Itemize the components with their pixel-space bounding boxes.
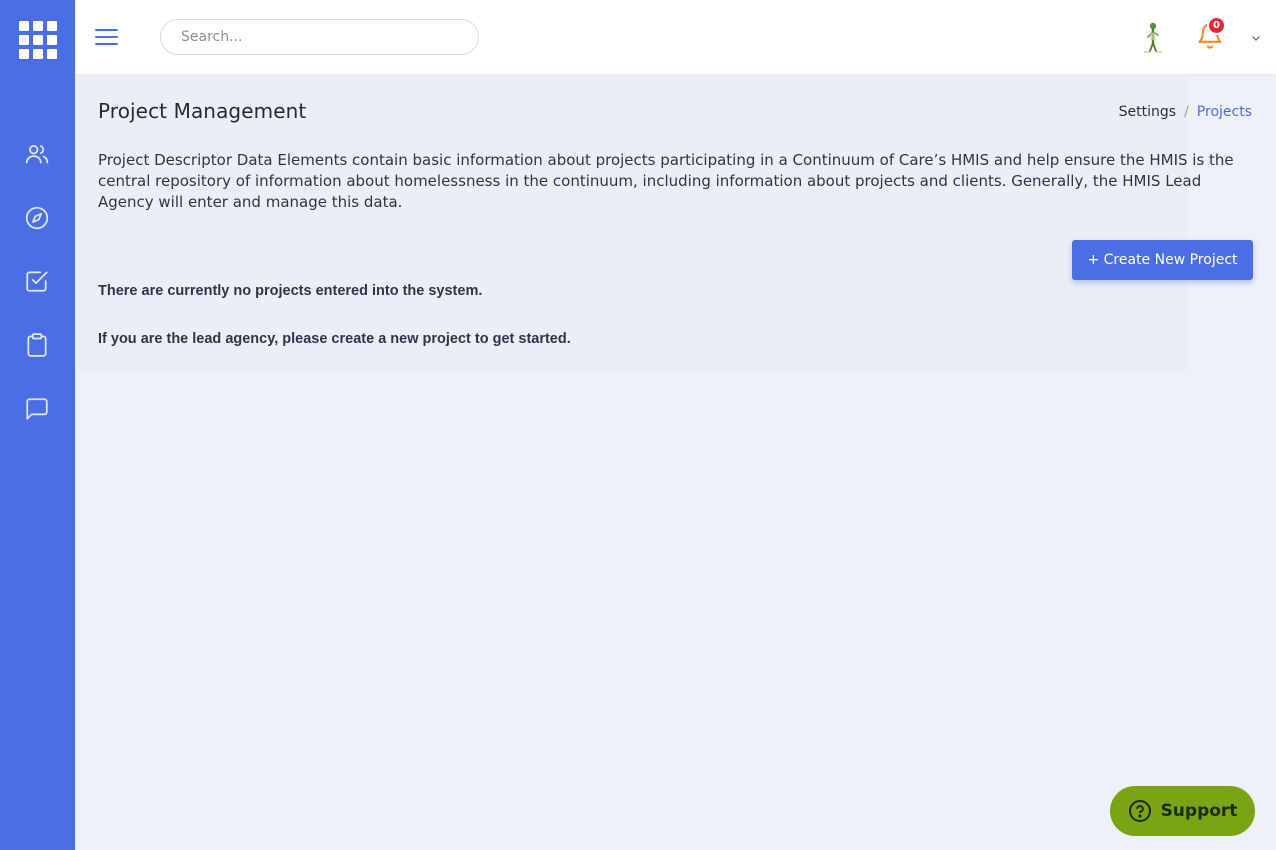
breadcrumb-projects[interactable]: Projects [1197,104,1252,120]
breadcrumb-separator: / [1184,104,1189,120]
hamburger-menu-icon[interactable] [95,26,119,46]
apps-grid-icon[interactable] [19,21,57,59]
notification-badge: 0 [1207,16,1226,35]
breadcrumb: Settings / Projects [1119,104,1252,120]
empty-state-hint: If you are the lead agency, please creat… [98,331,571,347]
user-avatar[interactable] [1138,20,1168,56]
page-title: Project Management [98,99,307,123]
top-bar: 0 [75,0,1276,74]
message-icon[interactable] [24,396,50,422]
checkbox-icon[interactable] [24,268,50,294]
clipboard-icon[interactable] [24,332,50,358]
breadcrumb-settings[interactable]: Settings [1119,104,1176,120]
sidebar [0,0,75,850]
search-input[interactable] [160,19,479,55]
compass-icon[interactable] [24,205,50,231]
chevron-down-icon[interactable] [1250,29,1262,41]
support-button[interactable]: Support [1110,786,1255,836]
users-icon[interactable] [24,141,50,167]
empty-state-message: There are currently no projects entered … [98,283,483,299]
support-label: Support [1160,801,1238,821]
create-new-project-button[interactable]: + Create New Project [1072,240,1253,280]
help-circle-icon [1128,800,1151,822]
page-description: Project Descriptor Data Elements contain… [98,151,1234,211]
